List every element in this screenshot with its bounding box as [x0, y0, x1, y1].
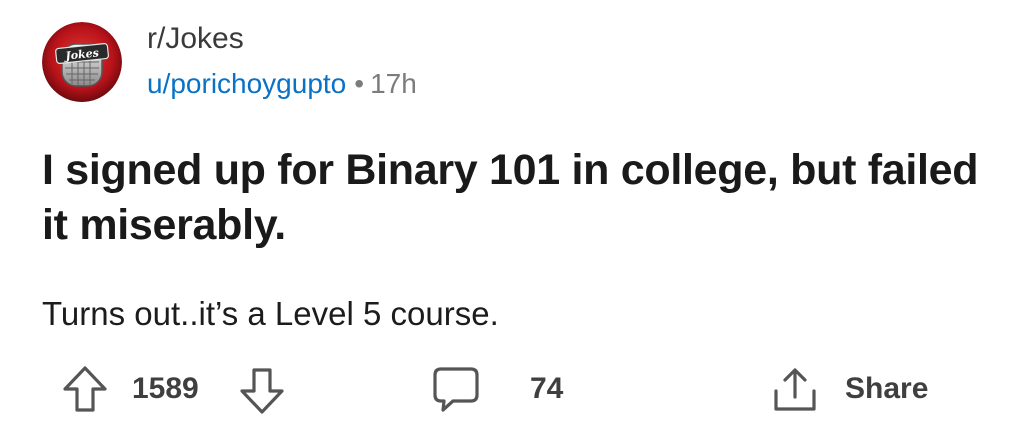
post-title[interactable]: I signed up for Binary 101 in college, b… [42, 143, 992, 253]
comment-count[interactable]: 74 [530, 372, 563, 406]
post-body: Turns out..it’s a Level 5 course. [42, 295, 499, 332]
subreddit-avatar[interactable]: Jokes [42, 22, 122, 102]
meta-separator: • [354, 68, 365, 99]
share-button[interactable]: Share [845, 372, 928, 406]
author-link[interactable]: u/porichoygupto [147, 68, 346, 99]
vote-score: 1589 [132, 372, 199, 405]
post-meta: u/porichoygupto • 17h [147, 68, 417, 100]
share-icon[interactable] [770, 365, 820, 415]
downvote-icon[interactable] [239, 367, 285, 415]
comment-icon[interactable] [431, 365, 481, 415]
subreddit-name[interactable]: r/Jokes [147, 22, 244, 56]
upvote-icon[interactable] [62, 365, 108, 413]
post-age: 17h [370, 68, 417, 99]
